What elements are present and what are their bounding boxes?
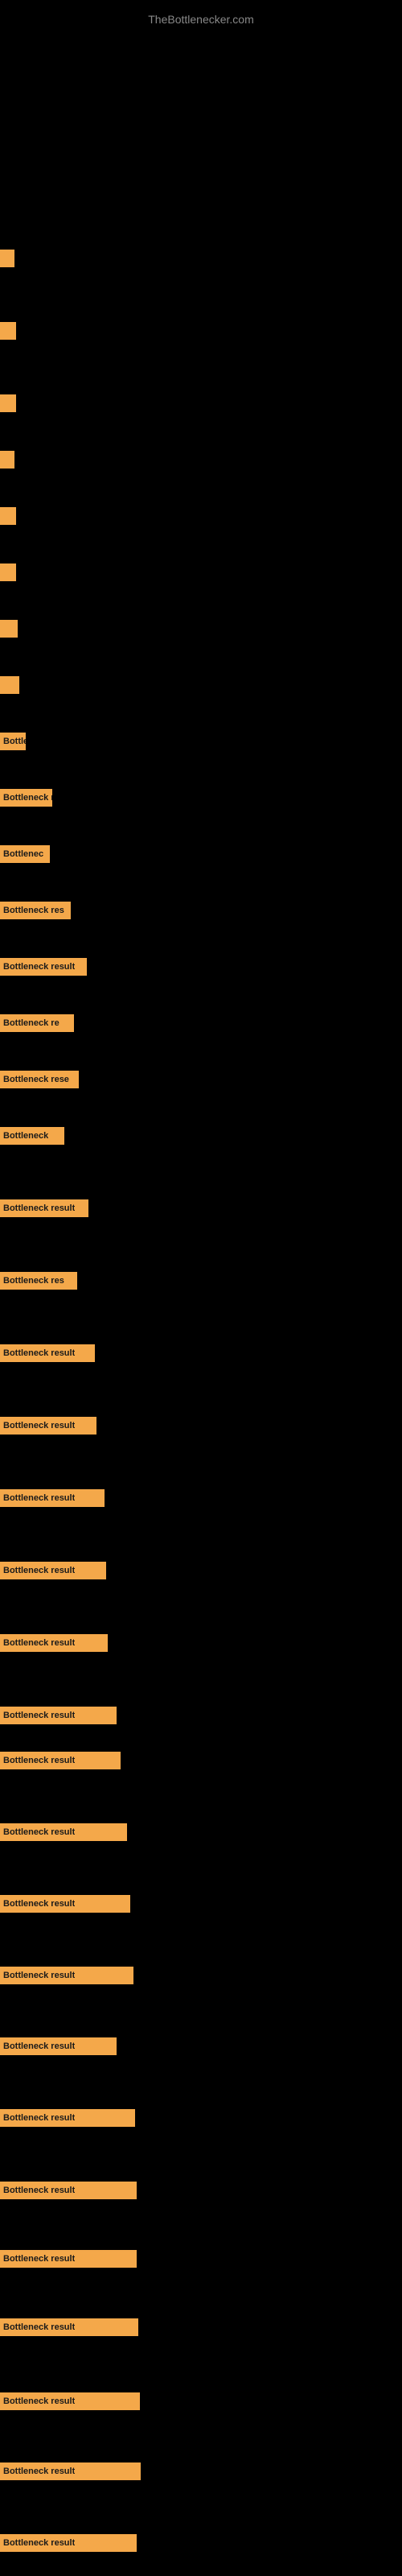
- bar-label: Bottleneck res: [3, 906, 64, 915]
- bar-label: Bottleneck result: [3, 2041, 75, 2051]
- bar-item: Bottleneck rese: [0, 1071, 79, 1088]
- bar-item: Bottleneck result: [0, 2462, 141, 2480]
- bar-label: Bottleneck res: [3, 1276, 64, 1286]
- bar-item: Bottlenec: [0, 845, 50, 863]
- bar-item: Bottlen: [0, 733, 26, 750]
- bar-item: Bottleneck result: [0, 1895, 130, 1913]
- bar-item: Bottleneck result: [0, 2534, 137, 2552]
- bar-item: Bottleneck result: [0, 1562, 106, 1579]
- bar-label: Bottleneck result: [3, 1638, 75, 1648]
- bar-item: Bottleneck result: [0, 2250, 137, 2268]
- bar-item: [0, 250, 14, 267]
- site-title: TheBottlenecker.com: [0, 6, 402, 32]
- bar-item: Bottleneck result: [0, 1707, 117, 1724]
- bar-item: Bottleneck result: [0, 958, 87, 976]
- bar-label: Bottleneck result: [3, 1421, 75, 1430]
- bar-label: Bottleneck result: [3, 1348, 75, 1358]
- bar-item: Bottleneck result: [0, 1634, 108, 1652]
- bar-label: Bottleneck result: [3, 2113, 75, 2123]
- bar-label: Bottleneck result: [3, 2467, 75, 2476]
- bar-label: Bottleneck result: [3, 2186, 75, 2195]
- bar-label: Bottleneck: [3, 1131, 48, 1141]
- bar-item: [0, 507, 16, 525]
- bar-label: Bottlen: [3, 737, 26, 746]
- bar-item: Bottleneck result: [0, 1199, 88, 1217]
- bar-label: Bottleneck result: [3, 1827, 75, 1837]
- bar-item: [0, 620, 18, 638]
- bar-label: Bottleneck rese: [3, 1075, 69, 1084]
- bar-item: Bottleneck result: [0, 2392, 140, 2410]
- bar-item: Bottleneck re: [0, 1014, 74, 1032]
- bar-item: [0, 564, 16, 581]
- bar-item: Bottleneck result: [0, 2109, 135, 2127]
- bar-item: [0, 394, 16, 412]
- bar-item: Bottleneck result: [0, 1489, 105, 1507]
- bar-item: Bottleneck result: [0, 1417, 96, 1435]
- bar-label: Bottleneck result: [3, 1971, 75, 1980]
- bar-label: Bottleneck result: [3, 1493, 75, 1503]
- bar-item: Bottleneck result: [0, 1344, 95, 1362]
- bar-item: Bottleneck result: [0, 1823, 127, 1841]
- bar-label: Bottleneck result: [3, 1711, 75, 1720]
- bar-label: Bottleneck result: [3, 1756, 75, 1765]
- bar-label: Bottleneck result: [3, 2396, 75, 2406]
- bar-item: Bottleneck result: [0, 1752, 121, 1769]
- bar-item: Bottleneck result: [0, 2318, 138, 2336]
- bar-item: Bottleneck res: [0, 1272, 77, 1290]
- bar-label: Bottleneck result: [3, 2538, 75, 2548]
- bar-label: Bottleneck re: [3, 1018, 59, 1028]
- bar-label: Bottleneck r: [3, 793, 52, 803]
- bar-item: [0, 451, 14, 469]
- bar-label: Bottleneck result: [3, 1566, 75, 1575]
- bar-item: Bottleneck: [0, 1127, 64, 1145]
- bar-item: Bottleneck result: [0, 1967, 133, 1984]
- bar-item: Bottleneck res: [0, 902, 71, 919]
- bar-label: Bottleneck result: [3, 962, 75, 972]
- bar-label: Bottlenec: [3, 849, 43, 859]
- bar-label: Bottleneck result: [3, 2254, 75, 2264]
- bar-label: Bottleneck result: [3, 2322, 75, 2332]
- bar-label: Bottleneck result: [3, 1899, 75, 1909]
- bar-item: [0, 676, 19, 694]
- bar-item: Bottleneck result: [0, 2037, 117, 2055]
- bar-item: Bottleneck r: [0, 789, 52, 807]
- bar-item: [0, 322, 16, 340]
- bar-label: Bottleneck result: [3, 1203, 75, 1213]
- bar-item: Bottleneck result: [0, 2182, 137, 2199]
